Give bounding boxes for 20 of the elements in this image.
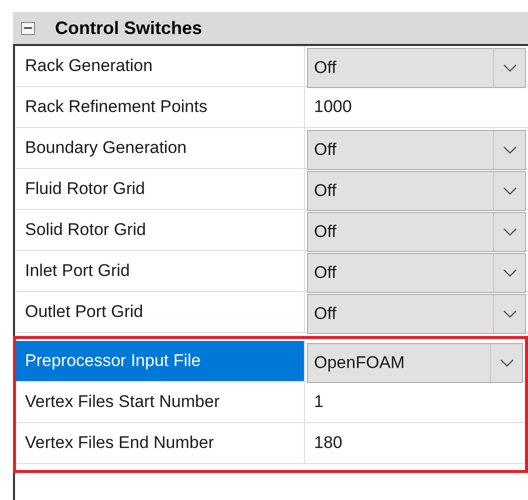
property-label[interactable]: Preprocessor Input File [16,341,305,381]
dropdown[interactable]: Off [307,48,526,88]
value-field[interactable]: 1000 [305,87,528,127]
chevron-down-icon [502,64,516,72]
dropdown[interactable]: Off [307,130,526,170]
chevron-down-icon [502,228,516,236]
chevron-down-icon [500,359,514,367]
dropdown[interactable]: Off [307,212,526,252]
chevron-down-icon [502,146,516,154]
chevron-down-icon [502,187,516,195]
dropdown[interactable]: OpenFOAM [307,343,523,383]
collapse-button[interactable] [21,22,35,34]
dropdown[interactable]: Off [307,253,526,293]
chevron-down-icon [502,310,516,318]
dropdown[interactable]: Off [307,171,526,211]
category-title: Control Switches [55,16,202,40]
dropdown[interactable]: Off [307,294,526,334]
chevron-down-icon [502,269,516,277]
value-field[interactable]: 1 [305,382,525,422]
value-field[interactable]: 180 [305,423,525,463]
